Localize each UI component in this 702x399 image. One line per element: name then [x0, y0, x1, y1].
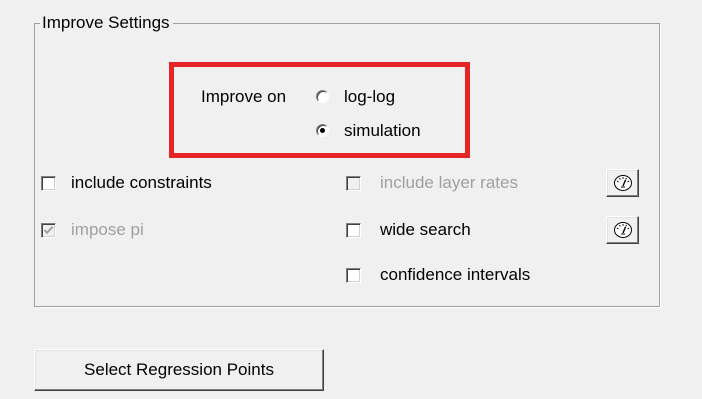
wide-search-gauge-button[interactable] — [606, 216, 639, 244]
impose-pi-checkbox[interactable] — [41, 223, 56, 238]
radio-log-log-label[interactable]: log-log — [344, 86, 395, 108]
wide-search-label[interactable]: wide search — [380, 219, 471, 241]
include-layer-rates-label[interactable]: include layer rates — [380, 172, 518, 194]
radio-simulation-label[interactable]: simulation — [344, 120, 421, 142]
impose-pi-label[interactable]: impose pi — [71, 219, 144, 241]
radio-log-log[interactable] — [316, 90, 329, 103]
include-layer-rates-checkbox[interactable] — [346, 176, 361, 191]
improve-settings-group-label: Improve Settings — [40, 12, 173, 34]
include-layer-rates-gauge-button[interactable] — [606, 169, 639, 197]
confidence-intervals-checkbox[interactable] — [346, 268, 361, 283]
confidence-intervals-label[interactable]: confidence intervals — [380, 264, 530, 286]
radio-simulation[interactable] — [316, 124, 329, 137]
wide-search-checkbox[interactable] — [346, 223, 361, 238]
include-constraints-label[interactable]: include constraints — [71, 172, 212, 194]
gauge-icon — [614, 222, 632, 238]
checkmark-icon — [43, 226, 54, 235]
radio-selected-dot — [320, 128, 325, 133]
highlight-box — [169, 62, 470, 158]
select-regression-points-button[interactable]: Select Regression Points — [34, 349, 324, 391]
include-constraints-checkbox[interactable] — [41, 176, 56, 191]
gauge-icon — [614, 175, 632, 191]
improve-on-label: Improve on — [201, 87, 287, 106]
